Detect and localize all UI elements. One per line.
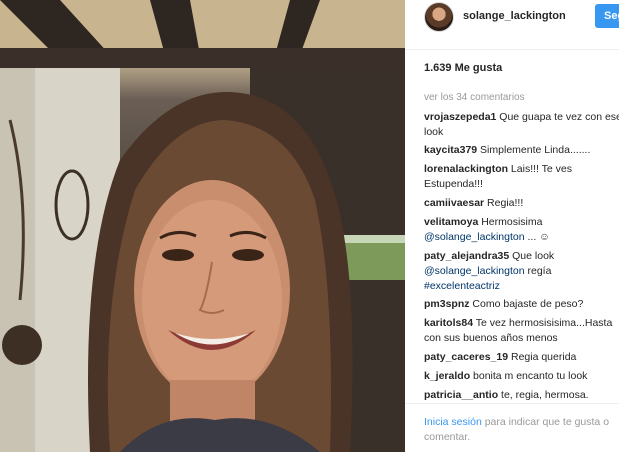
post-username[interactable]: solange_lackington [463,10,566,22]
comment-author[interactable]: lorenalackington [424,163,508,175]
comment-author[interactable]: karitols84 [424,317,473,329]
comment-mention[interactable]: @solange_lackington [424,265,525,277]
comment-item: paty_caceres_19 Regia querida [424,350,619,365]
comment-item: vrojaszepeda1 Que guapa te vez con ese l… [424,110,619,140]
comment-text: Simplemente Linda....... [477,144,591,156]
comment-text: Regia querida [508,351,577,363]
comment-author[interactable]: pm3spnz [424,298,470,310]
comment-text: Que look [509,250,555,262]
comment-text: te, regia, hermosa. [498,389,589,401]
selfie-image [0,0,405,452]
comment-author[interactable]: patricia__antio [424,389,498,401]
comment-item: patricia__antio te, regia, hermosa. [424,388,619,403]
comment-author[interactable]: camiivaesar [424,197,484,209]
login-prompt: Inicia sesión para indicar que te gusta … [405,403,619,452]
comment-mention[interactable]: @solange_lackington [424,231,525,243]
view-all-comments-link[interactable]: ver los 34 comentarios [424,92,525,103]
comment-suffix: ... ☺ [524,231,550,243]
avatar[interactable] [424,2,454,32]
comment-item: pm3spnz Como bajaste de peso? [424,297,619,312]
comment-item: camiivaesar Regia!!! [424,196,619,211]
post-header: solange_lackington Seguir [405,0,619,50]
comment-author[interactable]: vrojaszepeda1 [424,111,496,123]
comment-text: bonita m encanto tu look [470,370,588,382]
comment-suffix: regía [524,265,552,277]
comment-author[interactable]: velitamoya [424,216,478,228]
login-prompt-text: Inicia sesión para indicar que te gusta … [424,415,619,445]
comment-text: Regia!!! [484,197,524,209]
comment-author[interactable]: paty_alejandra35 [424,250,509,262]
comment-author[interactable]: paty_caceres_19 [424,351,508,363]
follow-button[interactable]: Seguir [595,4,619,28]
comment-hashtag[interactable]: #excelenteactriz [424,280,500,292]
comment-item: lorenalackington Lais!!! Te ves Estupend… [424,162,619,192]
post-side-panel: solange_lackington Seguir 1.639 Me gusta… [405,0,619,452]
comment-item: karitols84 Te vez hermosisisima...Hasta … [424,316,619,346]
comment-item: kaycita379 Simplemente Linda....... [424,143,619,158]
comment-item: k_jeraldo bonita m encanto tu look [424,369,619,384]
comment-item: velitamoya Hermosisima @solange_lackingt… [424,215,619,245]
comment-text: Como bajaste de peso? [469,298,584,310]
comment-text: Hermosisima [478,216,543,228]
login-link[interactable]: Inicia sesión [424,416,482,428]
post-photo[interactable] [0,0,405,452]
likes-count[interactable]: 1.639 Me gusta [424,62,502,74]
comment-item: paty_alejandra35 Que look @solange_lacki… [424,249,619,294]
comment-author[interactable]: k_jeraldo [424,370,470,382]
comment-author[interactable]: kaycita379 [424,144,477,156]
